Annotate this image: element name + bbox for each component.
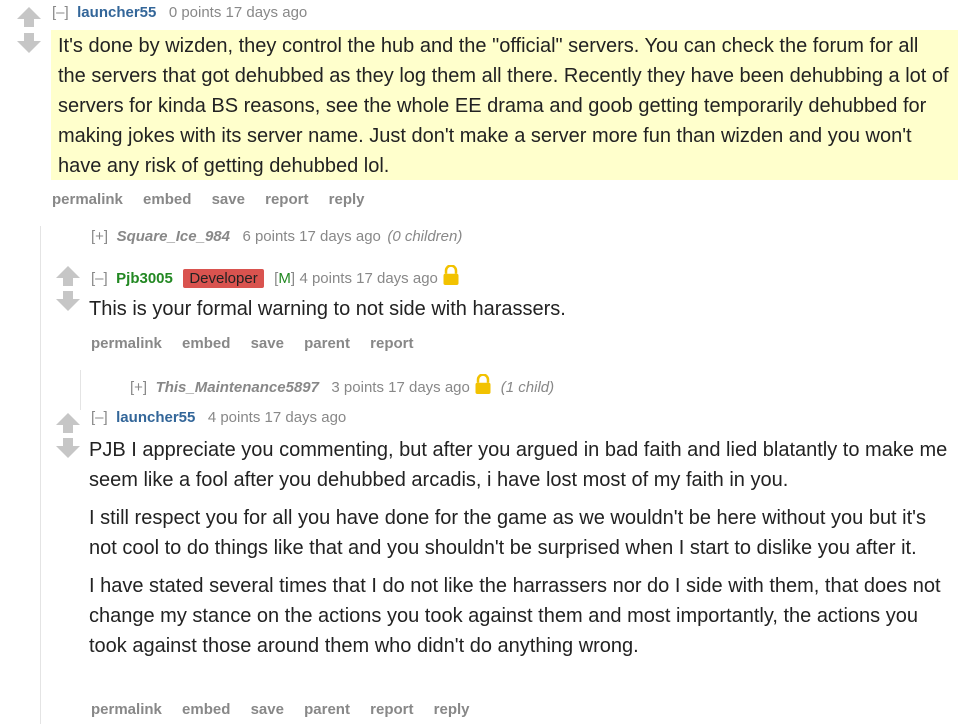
mod-badge[interactable]: M [278, 270, 291, 287]
comment-text: It's done by wizden, they control the hu… [58, 35, 949, 177]
comment-meta: 0 points 17 days ago [168, 4, 308, 21]
collapse-toggle[interactable]: [–] [91, 409, 108, 426]
comment-meta: 4 points 17 days ago [207, 409, 347, 426]
comment-body: PJB I appreciate you commenting, but aft… [89, 435, 959, 661]
collapse-toggle[interactable]: [–] [52, 4, 69, 21]
children-count: (1 child) [500, 379, 555, 396]
comment-actions: permalink embed save parent report reply [91, 701, 486, 718]
downvote-icon[interactable] [16, 32, 42, 54]
comment-body: It's done by wizden, they control the hu… [51, 30, 958, 180]
downvote-icon[interactable] [55, 290, 81, 312]
downvote-icon[interactable] [55, 437, 81, 459]
reply-link[interactable]: reply [329, 191, 365, 208]
parent-link[interactable]: parent [304, 335, 350, 352]
thread-line [80, 370, 81, 410]
save-link[interactable]: save [251, 701, 284, 718]
lock-icon [443, 265, 459, 285]
upvote-icon[interactable] [55, 412, 81, 434]
author-link[interactable]: Pjb3005 [116, 270, 173, 287]
developer-flair: Developer [183, 269, 264, 288]
upvote-icon[interactable] [16, 6, 42, 28]
comment-paragraph: I still respect you for all you have don… [89, 507, 926, 559]
author-link[interactable]: Square_Ice_984 [117, 228, 230, 245]
parent-link[interactable]: parent [304, 701, 350, 718]
comment-body: This is your formal warning to not side … [89, 294, 566, 324]
collapsed-comment: [+] Square_Ice_984 6 points 17 days ago … [91, 228, 462, 246]
report-link[interactable]: report [370, 335, 413, 352]
comment-meta: 4 points 17 days ago [299, 270, 438, 287]
author-link[interactable]: launcher55 [77, 4, 156, 21]
comment-actions: permalink embed save parent report [91, 335, 429, 352]
reply-link[interactable]: reply [434, 701, 470, 718]
upvote-icon[interactable] [55, 265, 81, 287]
save-link[interactable]: save [251, 335, 284, 352]
comment-header: [–] launcher55 0 points 17 days ago [52, 4, 307, 22]
embed-link[interactable]: embed [143, 191, 191, 208]
report-link[interactable]: report [265, 191, 308, 208]
collapse-toggle[interactable]: [–] [91, 270, 108, 287]
comment-meta: 3 points 17 days ago [331, 379, 470, 396]
permalink-link[interactable]: permalink [91, 701, 162, 718]
comment-actions: permalink embed save report reply [52, 191, 381, 208]
save-link[interactable]: save [212, 191, 245, 208]
comment-header: [–] Pjb3005 Developer [M] 4 points 17 da… [91, 265, 460, 288]
comment-paragraph: I have stated several times that I do no… [89, 575, 941, 657]
report-link[interactable]: report [370, 701, 413, 718]
collapsed-comment: [+] This_Maintenance5897 3 points 17 day… [130, 374, 554, 397]
lock-icon [475, 374, 491, 394]
thread-line [40, 226, 41, 724]
mod-indicator: [M] [274, 270, 295, 287]
children-count: (0 children) [387, 228, 463, 245]
author-link[interactable]: launcher55 [116, 409, 195, 426]
comment-text: This is your formal warning to not side … [89, 298, 566, 320]
comment-meta: 6 points 17 days ago [242, 228, 381, 245]
embed-link[interactable]: embed [182, 335, 230, 352]
author-link[interactable]: This_Maintenance5897 [156, 379, 319, 396]
embed-link[interactable]: embed [182, 701, 230, 718]
comment-paragraph: PJB I appreciate you commenting, but aft… [89, 439, 948, 491]
permalink-link[interactable]: permalink [91, 335, 162, 352]
comment-header: [–] launcher55 4 points 17 days ago [91, 409, 346, 427]
expand-toggle[interactable]: [+] [91, 228, 108, 245]
expand-toggle[interactable]: [+] [130, 379, 147, 396]
permalink-link[interactable]: permalink [52, 191, 123, 208]
